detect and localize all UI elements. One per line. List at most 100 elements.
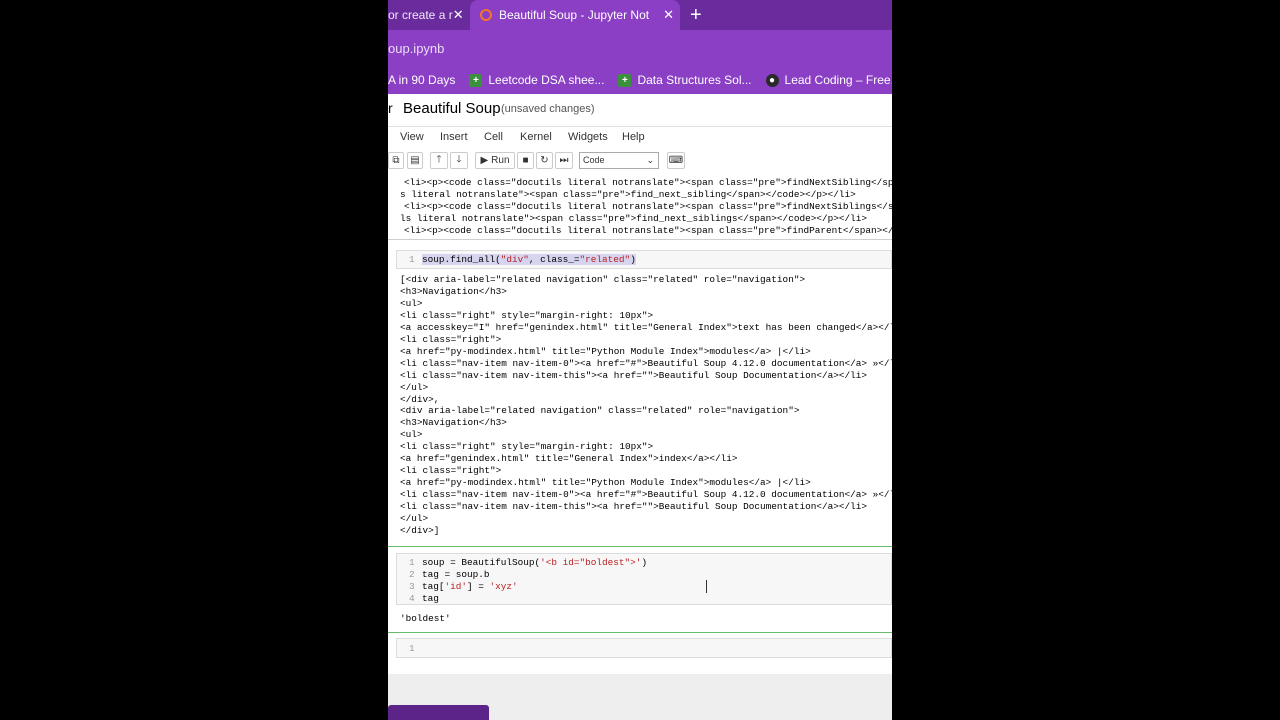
output-line: <li><p><code class="docutils literal not… <box>404 201 892 212</box>
divider <box>388 239 892 240</box>
menu-bar: View Insert Cell Kernel Widgets Help <box>388 126 892 149</box>
code-string: 'id' <box>444 581 468 592</box>
copy-button[interactable]: ⧉ <box>388 152 404 169</box>
close-icon[interactable]: ✕ <box>663 7 680 23</box>
run-button[interactable]: ▶ Run <box>475 152 515 169</box>
output-line: <a href="py-modindex.html" title="Python… <box>400 345 811 357</box>
output-line: <li><p><code class="docutils literal not… <box>404 225 892 236</box>
code-string: "related" <box>579 254 631 265</box>
code-fragment: soup.find_all( <box>422 254 501 265</box>
keyboard-icon: ⌨ <box>668 155 684 166</box>
output-line: <li class="nav-item nav-item-0"><a href=… <box>400 489 892 501</box>
output-line: <li class="nav-item nav-item-0"><a href=… <box>400 357 892 369</box>
paste-button[interactable]: ▤ <box>407 152 423 169</box>
arrow-up-icon: 🡑 <box>436 154 442 165</box>
move-up-button[interactable]: 🡑 <box>430 152 448 169</box>
bookmark-item[interactable]: + Data Structures Sol... <box>618 73 752 87</box>
tab-title: or create a r <box>388 8 453 22</box>
tab-inactive[interactable]: or create a r ✕ <box>388 0 466 30</box>
code-line: tag = soup.b <box>422 569 490 580</box>
tab-title: Beautiful Soup - Jupyter Notebo <box>499 8 649 22</box>
output-line: <li class="right" style="margin-right: 1… <box>400 441 654 453</box>
menu-cell[interactable]: Cell <box>484 131 503 143</box>
output-line: <a href="genindex.html" title="General I… <box>400 453 738 465</box>
cell-border <box>388 546 892 547</box>
notebook-name[interactable]: Beautiful Soup <box>403 100 501 117</box>
new-tab-button[interactable]: + <box>690 4 702 26</box>
arrow-down-icon: 🡓 <box>456 154 462 165</box>
code-string: "div" <box>500 254 529 265</box>
code-string: 'xyz' <box>489 581 518 592</box>
paste-icon: ▤ <box>410 155 420 166</box>
code-line: tag['id'] = 'xyz' <box>422 581 518 592</box>
bookmark-item[interactable]: + Leetcode DSA shee... <box>469 73 604 87</box>
browser-screenshot: or create a r ✕ Beautiful Soup - Jupyter… <box>388 0 892 720</box>
toolbar: ⧉ ▤ 🡑 🡓 ▶ Run ■ ↻ ⏭ Code ⌄ ⌨ <box>388 148 892 175</box>
code-cell-input-active[interactable]: 1 soup = BeautifulSoup('<b id="boldest">… <box>396 553 892 605</box>
output-line: </div>] <box>400 524 440 536</box>
run-all-button[interactable]: ⏭ <box>555 152 573 169</box>
bookmark-item[interactable]: ● Lead Coding – Free... <box>765 73 892 87</box>
code-cell-input[interactable]: 1 soup.find_all("div", class_="related") <box>396 250 892 269</box>
command-palette-button[interactable]: ⌨ <box>667 152 685 169</box>
cell-border <box>388 632 892 633</box>
menu-view[interactable]: View <box>400 131 424 143</box>
line-number: 2 <box>409 569 415 580</box>
code-cell-input-empty[interactable]: 1 <box>396 638 892 658</box>
output-line: 'boldest' <box>400 613 451 624</box>
code-line: soup.find_all("div", class_="related") <box>422 254 636 265</box>
restart-button[interactable]: ↻ <box>536 152 553 169</box>
plus-icon: + <box>469 73 483 87</box>
output-line: <li class="nav-item nav-item-this"><a hr… <box>400 369 867 381</box>
menu-insert[interactable]: Insert <box>440 131 468 143</box>
line-number: 1 <box>409 643 415 654</box>
save-state: (unsaved changes) <box>501 103 595 115</box>
restart-icon: ↻ <box>540 155 549 166</box>
jupyter-header: r Beautiful Soup (unsaved changes) <box>388 94 892 126</box>
menu-widgets[interactable]: Widgets <box>568 131 608 143</box>
menu-help[interactable]: Help <box>622 131 645 143</box>
bookmark-item[interactable]: A in 90 Days <box>388 73 455 87</box>
plus-icon: + <box>618 73 632 87</box>
code-fragment: soup = BeautifulSoup( <box>422 557 541 568</box>
output-line: </ul> <box>400 513 429 524</box>
play-icon: ▶ <box>480 155 489 166</box>
output-line: <h3>Navigation</h3> <box>400 417 507 429</box>
code-fragment: ) <box>630 254 636 265</box>
code-fragment: tag[ <box>422 581 445 592</box>
chevron-down-icon: ⌄ <box>646 155 654 165</box>
cell-type-value: Code <box>583 155 605 165</box>
tab-strip: or create a r ✕ Beautiful Soup - Jupyter… <box>388 0 892 30</box>
menu-kernel[interactable]: Kernel <box>520 131 552 143</box>
copy-icon: ⧉ <box>392 155 400 166</box>
line-number: 3 <box>409 581 415 592</box>
code-string: '<b id="boldest">' <box>540 557 642 568</box>
url-text: oup.ipynb <box>388 41 445 56</box>
line-number: 1 <box>409 557 415 568</box>
output-line: [<div aria-label="related navigation" cl… <box>400 274 806 285</box>
output-line: <a href="py-modindex.html" title="Python… <box>400 477 811 489</box>
output-line: <h3>Navigation</h3> <box>400 285 507 297</box>
code-fragment: ] = <box>467 581 490 592</box>
cell-output-top: <li><p><code class="docutils literal not… <box>388 174 892 238</box>
jupyter-favicon-icon <box>480 9 492 21</box>
stop-button[interactable]: ■ <box>517 152 534 169</box>
output-line: <ul> <box>400 429 423 441</box>
line-number: 1 <box>409 254 415 265</box>
address-bar[interactable]: oup.ipynb <box>388 30 892 66</box>
jupyter-logo-fragment: r <box>388 100 393 116</box>
output-line: <div aria-label="related navigation" cla… <box>400 405 800 417</box>
output-line: <a accesskey="I" href="genindex.html" ti… <box>400 321 892 333</box>
cell-type-select[interactable]: Code ⌄ <box>579 152 659 169</box>
tab-active[interactable]: Beautiful Soup - Jupyter Notebo ✕ <box>470 0 680 30</box>
output-line: s literal notranslate"><span class="pre"… <box>400 189 856 200</box>
output-line: <li><p><code class="docutils literal not… <box>404 177 892 188</box>
bookmarks-bar: A in 90 Days + Leetcode DSA shee... + Da… <box>388 66 892 94</box>
code-line: soup = BeautifulSoup('<b id="boldest">') <box>422 557 647 568</box>
run-label: Run <box>491 155 510 166</box>
bookmark-label: A in 90 Days <box>388 73 456 87</box>
close-icon[interactable]: ✕ <box>453 7 466 23</box>
move-down-button[interactable]: 🡓 <box>450 152 468 169</box>
fast-forward-icon: ⏭ <box>559 155 569 166</box>
code-fragment: , class_= <box>528 254 580 265</box>
